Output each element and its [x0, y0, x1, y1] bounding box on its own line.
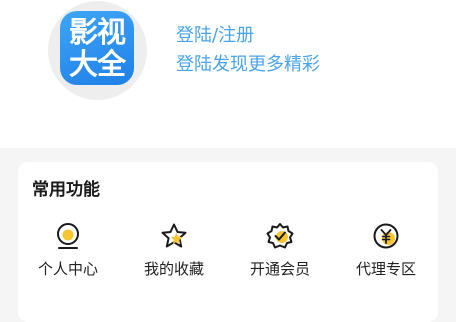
profile-header: 影视 大全 登陆/注册 登陆发现更多精彩	[0, 0, 456, 148]
function-label: 代理专区	[355, 260, 416, 278]
function-label: 个人中心	[37, 260, 98, 278]
star-icon	[161, 223, 187, 248]
vip-badge-icon	[266, 223, 294, 249]
user-center-icon	[57, 223, 79, 249]
common-functions-card: 常用功能 个人中心 我的收藏 开通会员 代理专区	[18, 162, 438, 322]
card-title: 常用功能	[32, 180, 100, 200]
function-open-vip[interactable]: 开通会员	[230, 222, 330, 286]
login-register-link[interactable]: 登陆/注册	[176, 24, 254, 48]
function-favorites[interactable]: 我的收藏	[124, 222, 224, 286]
logo-text-line1: 影视	[68, 15, 126, 49]
function-user-center[interactable]: 个人中心	[18, 222, 118, 286]
login-subtitle[interactable]: 登陆发现更多精彩	[176, 53, 320, 77]
function-label: 我的收藏	[143, 260, 204, 278]
function-label: 开通会员	[249, 260, 310, 278]
app-logo[interactable]: 影视 大全	[60, 11, 134, 85]
logo-text-line2: 大全	[68, 47, 126, 81]
yen-coin-icon	[373, 223, 399, 249]
function-agent-zone[interactable]: 代理专区	[336, 222, 436, 286]
